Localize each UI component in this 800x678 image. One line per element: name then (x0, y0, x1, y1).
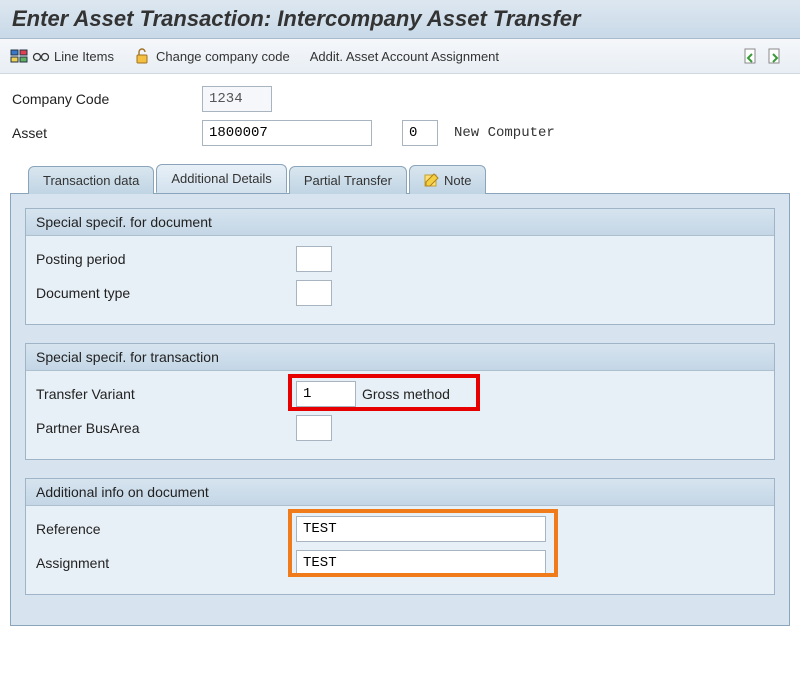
document-type-label: Document type (36, 285, 296, 301)
change-company-code-button[interactable]: Change company code (134, 47, 290, 65)
doc-prev-icon[interactable] (742, 47, 760, 65)
transfer-variant-text: Gross method (362, 386, 450, 402)
posting-period-input[interactable] (296, 246, 332, 272)
title-bar: Enter Asset Transaction: Intercompany As… (0, 0, 800, 39)
tab-strip: Transaction data Additional Details Part… (10, 164, 790, 193)
tab-panel-additional-details: Special specif. for document Posting per… (10, 193, 790, 626)
tab-label: Note (444, 173, 471, 188)
group-title: Special specif. for document (26, 209, 774, 236)
asset-description: New Computer (454, 125, 555, 141)
company-code-label: Company Code (12, 91, 202, 107)
tab-partial-transfer[interactable]: Partial Transfer (289, 166, 407, 194)
group-title: Additional info on document (26, 479, 774, 506)
tab-note[interactable]: Note (409, 165, 486, 194)
posting-period-label: Posting period (36, 251, 296, 267)
asset-input[interactable] (202, 120, 372, 146)
addit-asset-assignment-button[interactable]: Addit. Asset Account Assignment (310, 49, 499, 64)
group-special-transaction: Special specif. for transaction Transfer… (25, 343, 775, 460)
asset-label: Asset (12, 125, 202, 141)
tab-label: Transaction data (43, 173, 139, 188)
group-title: Special specif. for transaction (26, 344, 774, 371)
glasses-icon (32, 47, 50, 65)
addit-assign-label: Addit. Asset Account Assignment (310, 49, 499, 64)
tab-transaction-data[interactable]: Transaction data (28, 166, 154, 194)
partner-busarea-label: Partner BusArea (36, 420, 296, 436)
toolbar: Line Items Change company code Addit. As… (0, 39, 800, 74)
note-icon (424, 172, 440, 188)
company-code-input[interactable] (202, 86, 272, 112)
line-items-label: Line Items (54, 49, 114, 64)
group-additional-info: Additional info on document Reference As… (25, 478, 775, 595)
line-items-button[interactable]: Line Items (10, 47, 114, 65)
page-title: Enter Asset Transaction: Intercompany As… (12, 6, 788, 32)
grid-icon (10, 47, 28, 65)
header-form: Company Code Asset New Computer (0, 74, 800, 146)
change-cc-label: Change company code (156, 49, 290, 64)
transfer-variant-input[interactable] (296, 381, 356, 407)
group-special-document: Special specif. for document Posting per… (25, 208, 775, 325)
reference-input[interactable] (296, 516, 546, 542)
tab-label: Additional Details (171, 171, 271, 186)
transfer-variant-label: Transfer Variant (36, 386, 296, 402)
unlock-icon (134, 47, 152, 65)
assignment-label: Assignment (36, 555, 296, 571)
reference-label: Reference (36, 521, 296, 537)
doc-next-icon[interactable] (766, 47, 784, 65)
document-type-input[interactable] (296, 280, 332, 306)
tab-container: Transaction data Additional Details Part… (10, 164, 790, 626)
assignment-input[interactable] (296, 550, 546, 576)
partner-busarea-input[interactable] (296, 415, 332, 441)
asset-sub-input[interactable] (402, 120, 438, 146)
tab-label: Partial Transfer (304, 173, 392, 188)
tab-additional-details[interactable]: Additional Details (156, 164, 286, 193)
